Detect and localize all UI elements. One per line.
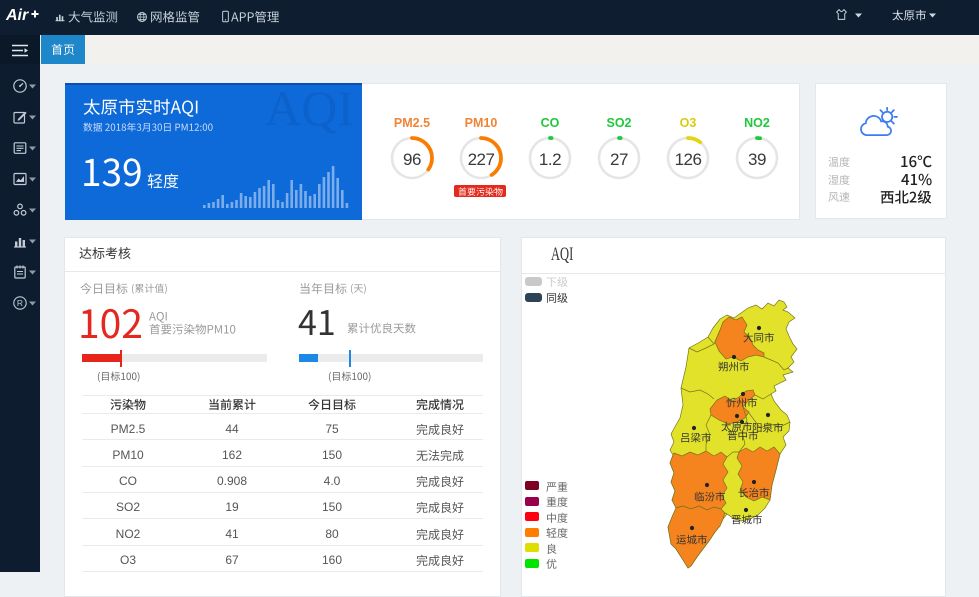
- svg-text:R: R: [17, 298, 23, 308]
